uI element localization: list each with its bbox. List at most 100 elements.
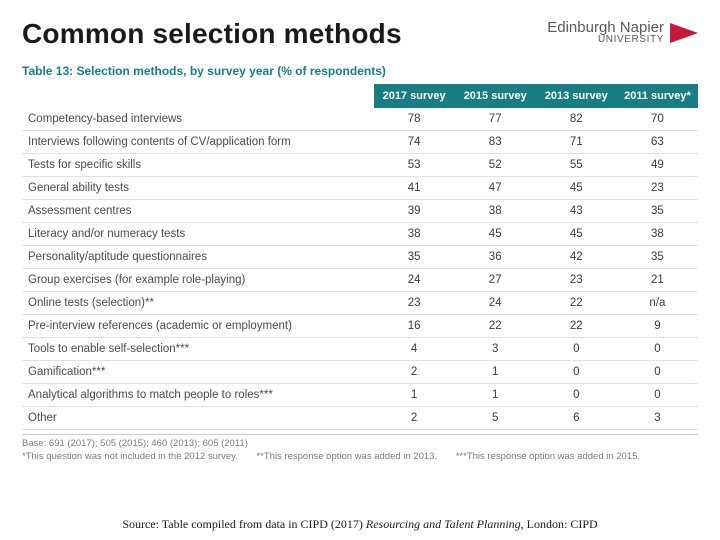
- cell-value: 41: [374, 177, 455, 200]
- row-label: Assessment centres: [22, 200, 374, 223]
- cell-value: 21: [617, 269, 698, 292]
- row-label: Online tests (selection)**: [22, 292, 374, 315]
- selection-methods-table: 2017 survey 2015 survey 2013 survey 2011…: [22, 84, 698, 430]
- cell-value: 9: [617, 315, 698, 338]
- university-logo: Edinburgh Napier UNIVERSITY: [547, 20, 698, 45]
- logo-line2: UNIVERSITY: [547, 35, 664, 45]
- cell-value: 52: [455, 154, 536, 177]
- row-label: Analytical algorithms to match people to…: [22, 384, 374, 407]
- cell-value: 74: [374, 131, 455, 154]
- footnote-1: *This question was not included in the 2…: [22, 451, 238, 464]
- table-row: Interviews following contents of CV/appl…: [22, 131, 698, 154]
- table-caption: Table 13: Selection methods, by survey y…: [22, 64, 698, 78]
- row-label: Group exercises (for example role-playin…: [22, 269, 374, 292]
- cell-value: 1: [455, 361, 536, 384]
- source-title: Resourcing and Talent Planning: [366, 517, 521, 531]
- col-header: 2011 survey*: [617, 84, 698, 108]
- table-row: Gamification***2100: [22, 361, 698, 384]
- row-label: Pre-interview references (academic or em…: [22, 315, 374, 338]
- source-citation: Source: Table compiled from data in CIPD…: [0, 517, 720, 532]
- row-label: Interviews following contents of CV/appl…: [22, 131, 374, 154]
- table-body: Competency-based interviews78778270Inter…: [22, 108, 698, 430]
- cell-value: 3: [617, 407, 698, 430]
- table-row: Other2563: [22, 407, 698, 430]
- cell-value: 70: [617, 108, 698, 131]
- row-label: Literacy and/or numeracy tests: [22, 223, 374, 246]
- cell-value: 38: [374, 223, 455, 246]
- footnote-base: Base: 691 (2017); 505 (2015); 460 (2013)…: [22, 438, 698, 451]
- slide-title: Common selection methods: [22, 18, 402, 50]
- cell-value: 36: [455, 246, 536, 269]
- table-row: Competency-based interviews78778270: [22, 108, 698, 131]
- slide: Common selection methods Edinburgh Napie…: [0, 0, 720, 540]
- row-label: Competency-based interviews: [22, 108, 374, 131]
- header-blank: [22, 84, 374, 108]
- source-suffix: , London: CIPD: [521, 517, 598, 531]
- cell-value: 2: [374, 407, 455, 430]
- row-label: Tests for specific skills: [22, 154, 374, 177]
- table-row: Pre-interview references (academic or em…: [22, 315, 698, 338]
- cell-value: 35: [617, 200, 698, 223]
- table-row: General ability tests41474523: [22, 177, 698, 200]
- logo-line1: Edinburgh Napier: [547, 20, 664, 35]
- cell-value: 35: [617, 246, 698, 269]
- table-row: Group exercises (for example role-playin…: [22, 269, 698, 292]
- cell-value: 24: [374, 269, 455, 292]
- cell-value: 0: [536, 384, 617, 407]
- table-footnotes: Base: 691 (2017); 505 (2015); 460 (2013)…: [22, 434, 698, 464]
- cell-value: 42: [536, 246, 617, 269]
- cell-value: 63: [617, 131, 698, 154]
- cell-value: 22: [455, 315, 536, 338]
- cell-value: 5: [455, 407, 536, 430]
- table-row: Literacy and/or numeracy tests38454538: [22, 223, 698, 246]
- row-label: Other: [22, 407, 374, 430]
- cell-value: 71: [536, 131, 617, 154]
- cell-value: 45: [536, 177, 617, 200]
- cell-value: 49: [617, 154, 698, 177]
- cell-value: 82: [536, 108, 617, 131]
- table-header: 2017 survey 2015 survey 2013 survey 2011…: [22, 84, 698, 108]
- row-label: General ability tests: [22, 177, 374, 200]
- cell-value: 83: [455, 131, 536, 154]
- cell-value: 35: [374, 246, 455, 269]
- cell-value: 77: [455, 108, 536, 131]
- row-label: Personality/aptitude questionnaires: [22, 246, 374, 269]
- cell-value: 23: [617, 177, 698, 200]
- footnote-3: ***This response option was added in 201…: [456, 451, 640, 464]
- cell-value: 2: [374, 361, 455, 384]
- table-row: Assessment centres39384335: [22, 200, 698, 223]
- table-row: Tests for specific skills53525549: [22, 154, 698, 177]
- col-header: 2013 survey: [536, 84, 617, 108]
- cell-value: 0: [617, 361, 698, 384]
- cell-value: 22: [536, 315, 617, 338]
- cell-value: 78: [374, 108, 455, 131]
- cell-value: 47: [455, 177, 536, 200]
- cell-value: 38: [617, 223, 698, 246]
- cell-value: 39: [374, 200, 455, 223]
- cell-value: 55: [536, 154, 617, 177]
- col-header: 2015 survey: [455, 84, 536, 108]
- cell-value: 45: [536, 223, 617, 246]
- cell-value: 27: [455, 269, 536, 292]
- triangle-icon: [670, 23, 698, 43]
- cell-value: n/a: [617, 292, 698, 315]
- cell-value: 23: [536, 269, 617, 292]
- cell-value: 23: [374, 292, 455, 315]
- cell-value: 24: [455, 292, 536, 315]
- cell-value: 22: [536, 292, 617, 315]
- table-row: Online tests (selection)**232422n/a: [22, 292, 698, 315]
- cell-value: 53: [374, 154, 455, 177]
- row-label: Gamification***: [22, 361, 374, 384]
- cell-value: 6: [536, 407, 617, 430]
- cell-value: 0: [536, 361, 617, 384]
- cell-value: 38: [455, 200, 536, 223]
- cell-value: 3: [455, 338, 536, 361]
- table-row: Analytical algorithms to match people to…: [22, 384, 698, 407]
- cell-value: 4: [374, 338, 455, 361]
- cell-value: 0: [536, 338, 617, 361]
- cell-value: 0: [617, 338, 698, 361]
- source-prefix: Source: Table compiled from data in CIPD…: [122, 517, 366, 531]
- footnote-2: **This response option was added in 2013…: [256, 451, 437, 464]
- cell-value: 1: [455, 384, 536, 407]
- row-label: Tools to enable self-selection***: [22, 338, 374, 361]
